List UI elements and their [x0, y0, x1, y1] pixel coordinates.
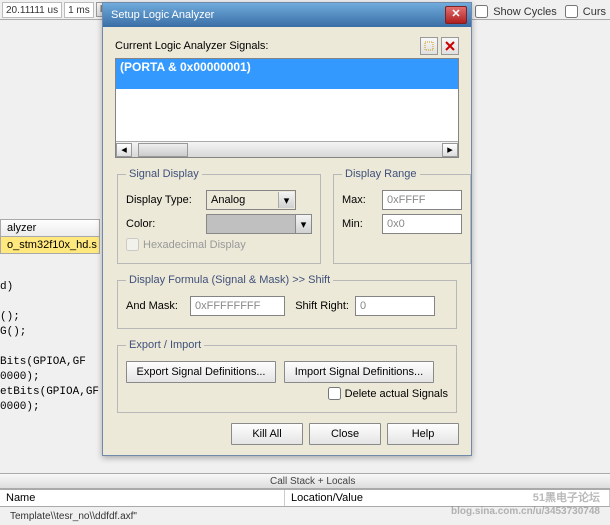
signal-display-group: Signal Display Display Type: Analog ▾ Co… [117, 168, 321, 264]
grid-box[interactable]: 1 ms [64, 2, 94, 18]
export-import-legend: Export / Import [126, 339, 204, 351]
locals-table-header: Name Location/Value [0, 489, 610, 507]
signals-listbox[interactable]: (PORTA & 0x00000001) ◂ ▸ [115, 58, 459, 158]
help-button[interactable]: Help [387, 423, 459, 445]
hex-display-checkbox[interactable] [126, 238, 139, 251]
chevron-down-icon[interactable]: ▾ [278, 192, 294, 208]
horizontal-scrollbar[interactable]: ◂ ▸ [116, 141, 458, 157]
display-formula-group: Display Formula (Signal & Mask) >> Shift… [117, 274, 457, 329]
tab-startup-file[interactable]: o_stm32f10x_hd.s [0, 236, 100, 254]
callstack-header[interactable]: Call Stack + Locals [0, 473, 610, 489]
display-formula-legend: Display Formula (Signal & Mask) >> Shift [126, 274, 333, 286]
tab-bar: alyzer o_stm32f10x_hd.s [0, 220, 100, 254]
min-label: Min: [342, 218, 382, 230]
show-cycles-label: Show Cycles [493, 6, 557, 18]
setup-logic-analyzer-dialog: Setup Logic Analyzer ✕ Current Logic Ana… [102, 2, 472, 456]
signal-display-legend: Signal Display [126, 168, 202, 180]
export-import-group: Export / Import Export Signal Definition… [117, 339, 457, 413]
new-signal-button[interactable] [420, 37, 438, 55]
max-label: Max: [342, 194, 382, 206]
show-cycles-checkbox[interactable] [475, 5, 488, 18]
display-range-group: Display Range Max: Min: [333, 168, 471, 264]
dialog-titlebar[interactable]: Setup Logic Analyzer ✕ [103, 3, 471, 27]
tab-analyzer[interactable]: alyzer [0, 219, 100, 237]
scroll-right-icon[interactable]: ▸ [442, 143, 458, 157]
display-range-legend: Display Range [342, 168, 420, 180]
export-signals-button[interactable]: Export Signal Definitions... [126, 361, 276, 383]
cursor-label: Curs [583, 6, 606, 18]
max-field[interactable] [382, 190, 462, 210]
col-name[interactable]: Name [0, 490, 285, 506]
color-swatch[interactable] [206, 214, 296, 234]
shift-right-field[interactable] [355, 296, 435, 316]
signal-row-selected[interactable]: (PORTA & 0x00000001) [116, 59, 458, 75]
shift-right-label: Shift Right: [285, 300, 355, 312]
color-dropdown-icon[interactable]: ▾ [296, 214, 312, 234]
cursor-checkbox[interactable] [565, 5, 578, 18]
delete-signal-button[interactable] [441, 37, 459, 55]
color-label: Color: [126, 218, 206, 230]
dialog-title: Setup Logic Analyzer [111, 9, 214, 21]
delete-signals-checkbox[interactable] [328, 387, 341, 400]
scroll-thumb[interactable] [138, 143, 188, 157]
show-cycles-group: Show Cycles Curs [471, 2, 606, 21]
min-field[interactable] [382, 214, 462, 234]
time-box[interactable]: 20.11111 us [2, 2, 62, 18]
hex-display-label: Hexadecimal Display [143, 239, 246, 251]
status-bar: Template\\tesr_no\\ddfdf.axf" [0, 507, 610, 525]
close-icon[interactable]: ✕ [445, 6, 467, 24]
delete-signals-label: Delete actual Signals [345, 388, 448, 400]
current-signals-label: Current Logic Analyzer Signals: [115, 40, 417, 52]
import-signals-button[interactable]: Import Signal Definitions... [284, 361, 434, 383]
close-button[interactable]: Close [309, 423, 381, 445]
scroll-left-icon[interactable]: ◂ [116, 143, 132, 157]
display-type-combo[interactable]: Analog ▾ [206, 190, 296, 210]
code-editor[interactable]: d) (); G(); Bits(GPIOA,GF 0000); etBits(… [0, 280, 110, 480]
display-type-label: Display Type: [126, 194, 206, 206]
col-location[interactable]: Location/Value [285, 490, 610, 506]
and-mask-field[interactable] [190, 296, 285, 316]
kill-all-button[interactable]: Kill All [231, 423, 303, 445]
and-mask-label: And Mask: [126, 300, 190, 312]
